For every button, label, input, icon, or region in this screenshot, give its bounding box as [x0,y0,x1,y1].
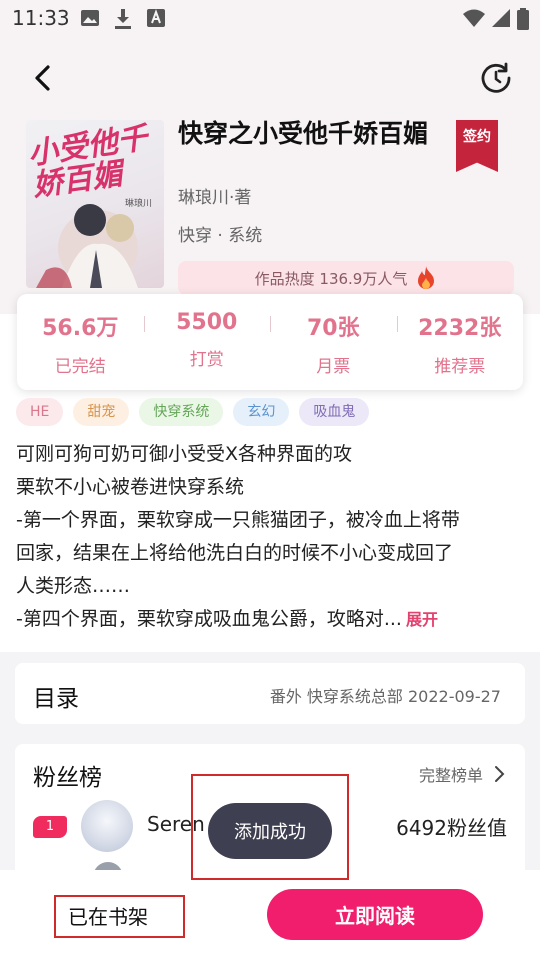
stat-value: 56.6万 [42,316,119,341]
rank-badge: 1 [33,816,67,838]
stat-reward[interactable]: 5500 打赏 [143,294,271,390]
tag-he[interactable]: HE [16,398,64,426]
status-time: 11:33 [12,6,70,30]
flame-icon [418,266,435,289]
stat-monthly-ticket[interactable]: 70张 月票 [270,294,397,390]
cover-author: 琳琅川 [124,199,152,209]
intro-line: 可刚可狗可奶可御小受受X各种界面的攻 [16,443,353,465]
catalog-title: 目录 [33,686,79,712]
intro-line: 栗软不小心被卷进快穿系统 [16,476,245,498]
signal-icon [491,8,511,32]
book-cover[interactable]: 小受他千娇百媚 琳琅川 [26,120,164,288]
stat-word-count: 56.6万 已完结 [17,294,144,390]
tag-sweet[interactable]: 甜宠 [73,398,130,426]
full-ranking-link[interactable]: 完整榜单 [419,762,505,786]
read-now-button[interactable]: 立即阅读 [267,889,483,940]
avatar[interactable] [81,800,133,852]
stat-value: 2232张 [418,316,502,341]
stat-value: 70张 [306,316,360,341]
catalog-latest-chapter: 番外 快穿系统总部 2022-09-27 [269,687,501,706]
fan-ranking-title: 粉丝榜 [33,765,102,791]
intro-line: 人类形态…… [16,575,131,597]
stat-value: 5500 [176,310,238,335]
tag-vampire[interactable]: 吸血鬼 [299,398,370,426]
chevron-right-icon [495,766,505,782]
intro-line: 回家，结果在上将给他洗白白的时候不小心变成回了 [16,542,454,564]
fan-value: 6492粉丝值 [396,816,507,840]
book-title: 快穿之小受他千娇百媚 [178,119,429,148]
battery-icon [517,8,529,34]
wifi-icon [462,8,486,32]
chevron-left-icon [35,65,50,91]
status-bar: 11:33 [0,0,540,36]
full-ranking-label: 完整榜单 [418,766,483,785]
text-a-icon [146,8,166,28]
stat-label: 月票 [316,357,351,377]
back-button[interactable] [24,60,60,96]
catalog-row[interactable]: 目录 番外 快穿系统总部 2022-09-27 [15,663,525,724]
tag-list: HE 甜宠 快穿系统 玄幻 吸血鬼 [16,398,370,426]
refresh-icon [481,62,511,93]
download-icon [113,8,133,29]
refresh-button[interactable] [476,58,516,98]
book-genre: 快穿 · 系统 [178,226,263,246]
stat-recommend-ticket[interactable]: 2232张 推荐票 [396,294,524,390]
image-icon [80,8,100,28]
heat-text: 作品热度 136.9万人气 [254,269,408,288]
book-intro[interactable]: 可刚可狗可奶可御小受受X各种界面的攻 栗软不小心被卷进快穿系统 -第一个界面，栗… [16,438,521,636]
expand-button[interactable]: 展开 [406,610,438,629]
stat-label: 推荐票 [434,357,486,377]
highlight-box [54,895,185,938]
heat-bar: 作品热度 136.9万人气 [178,261,514,295]
intro-line: -第一个界面，栗软穿成一只熊猫团子，被冷血上将带 [16,509,460,531]
intro-last-line: -第四个界面，栗软穿成吸血鬼公爵，攻略对... 展开 [16,603,521,636]
intro-line: -第四个界面，栗软穿成吸血鬼公爵，攻略对... [16,608,402,630]
tag-fantasy[interactable]: 玄幻 [233,398,290,426]
tag-quick-wear-system[interactable]: 快穿系统 [139,398,224,426]
stat-label: 打赏 [189,350,224,370]
book-author[interactable]: 琳琅川·著 [178,183,251,208]
stats-card: 56.6万 已完结 5500 打赏 70张 月票 2232张 推荐票 [17,294,523,390]
highlight-box [191,774,349,880]
stat-label: 已完结 [54,357,106,377]
